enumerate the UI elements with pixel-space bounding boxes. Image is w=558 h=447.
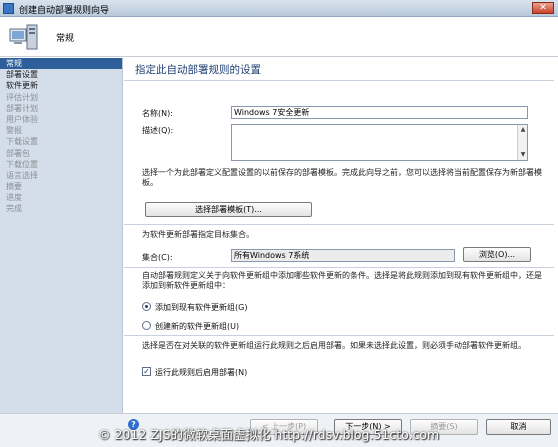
select-template-button[interactable]: 选择部署模板(T)... [145, 202, 312, 217]
nav-item-deployment-schedule: 部署计划 [6, 103, 38, 113]
cancel-button[interactable]: 取消 [486, 419, 551, 435]
scroll-up-icon[interactable]: ▲ [519, 126, 527, 134]
title-divider [124, 80, 554, 81]
nav-item-summary: 摘要 [6, 182, 22, 192]
page-title: 指定此自动部署规则的设置 [135, 64, 261, 76]
enable-deployment-checkbox[interactable]: ✓ [142, 367, 151, 376]
section-separator [124, 267, 554, 268]
scroll-down-icon[interactable]: ▼ [519, 151, 527, 159]
watermark-text: © 2012 ZJS的微软桌面虚拟化 http://rdsv.blog.51ct… [98, 427, 440, 442]
description-textarea[interactable]: ▲ ▼ [231, 124, 528, 161]
radio-existing-group[interactable] [142, 302, 151, 311]
nav-item-general[interactable]: 常规 [0, 58, 122, 70]
rule-hint: 自动部署规则定义关于向软件更新组中添加哪些软件更新的条件。选择是将此规则添加到现… [142, 271, 542, 290]
nav-item-software-updates[interactable]: 软件更新 [0, 80, 122, 91]
radio-existing-label[interactable]: 添加到现有软件更新组(G) [155, 302, 247, 313]
nav-item-download-location: 下载位置 [6, 159, 38, 169]
computer-icon [9, 24, 38, 50]
browse-button[interactable]: 浏览(O)... [463, 247, 531, 262]
target-hint: 为软件更新部署指定目标集合。 [142, 230, 254, 239]
app-icon [3, 3, 14, 14]
section-separator [124, 224, 554, 225]
radio-new-label[interactable]: 创建新的软件更新组(U) [155, 321, 239, 332]
nav-item-progress: 进度 [6, 193, 22, 203]
window-title: 创建自动部署规则向导 [19, 6, 110, 16]
section-separator [124, 335, 554, 336]
close-button[interactable]: ✕ [532, 2, 554, 14]
collection-label: 集合(C): [142, 253, 173, 262]
description-scrollbar[interactable]: ▲ ▼ [517, 125, 527, 160]
wizard-header: 常规 [0, 17, 558, 57]
collection-field: 所有Windows 7系统 [231, 249, 455, 262]
nav-item-deployment-settings[interactable]: 部署设置 [0, 69, 122, 80]
nav-item-download-settings: 下载设置 [6, 137, 38, 147]
template-hint: 选择一个为此部署定义配置设置的以前保存的部署模板。完成此向导之前，您可以选择将当… [142, 168, 542, 187]
window-titlebar: 创建自动部署规则向导 ✕ [0, 0, 558, 17]
enable-deployment-label[interactable]: 运行此规则后启用部署(N) [155, 367, 247, 378]
header-title: 常规 [56, 34, 75, 44]
name-input[interactable]: Windows 7安全更新 [231, 106, 528, 119]
wizard-nav: 常规 部署设置 软件更新 评估计划 部署计划 用户体验 警报 下载设置 部署包 … [0, 58, 123, 413]
nav-item-alerts: 警报 [6, 126, 22, 136]
radio-new-group[interactable] [142, 321, 151, 330]
nav-item-deployment-package: 部署包 [6, 148, 30, 158]
name-label: 名称(N): [142, 109, 173, 118]
nav-item-completion: 完成 [6, 204, 22, 214]
description-label: 描述(Q): [142, 126, 174, 135]
nav-item-evaluation-schedule: 评估计划 [6, 92, 38, 102]
enable-hint: 选择是否在对关联的软件更新组运行此规则之后启用部署。如果未选择此设置，则必须手动… [142, 341, 526, 350]
wizard-main: 指定此自动部署规则的设置 名称(N): Windows 7安全更新 描述(Q):… [124, 58, 554, 413]
nav-item-language-selection: 语言选择 [6, 170, 38, 180]
nav-item-user-experience: 用户体验 [6, 114, 38, 124]
